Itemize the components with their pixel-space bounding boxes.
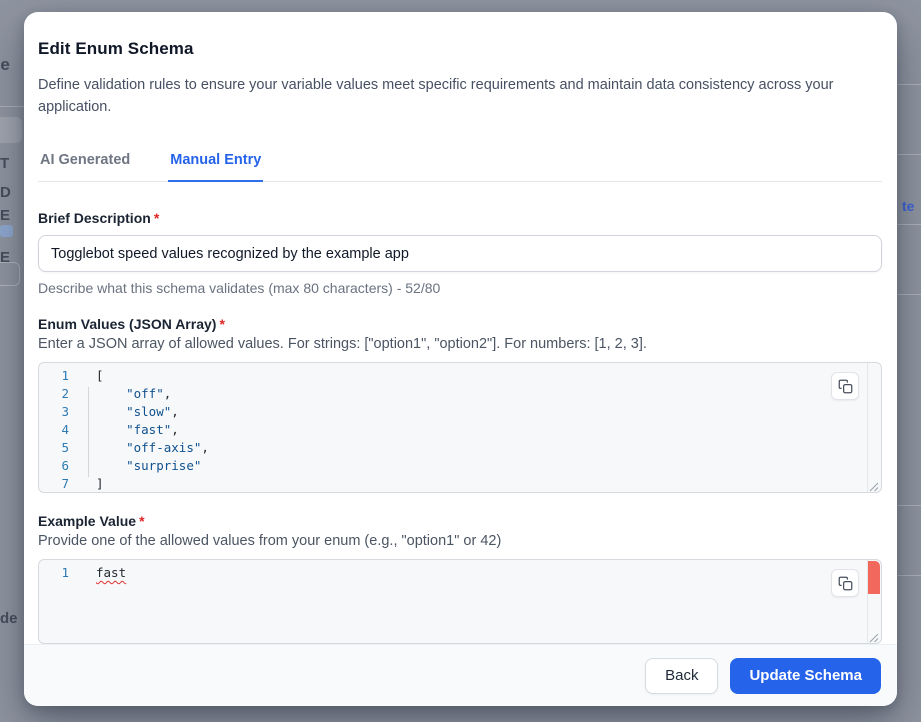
tab-bar: AI Generated Manual Entry	[38, 152, 882, 182]
line-number: 2	[39, 385, 69, 403]
line-number: 1	[39, 367, 69, 385]
resize-handle[interactable]	[869, 480, 879, 490]
brief-description-helper: Describe what this schema validates (max…	[38, 280, 882, 296]
code-line: 5 "off-axis",	[39, 439, 881, 457]
required-asterisk: *	[139, 513, 144, 529]
enum-values-label: Enum Values (JSON Array)*	[38, 316, 882, 332]
brief-description-label: Brief Description*	[38, 210, 882, 226]
enum-values-code-editor[interactable]: 1[ 2 "off", 3 "slow", 4 "fast", 5 "off-a…	[38, 362, 882, 493]
backdrop-divider	[897, 154, 921, 155]
backdrop-text-fragment: ue	[0, 55, 10, 75]
backdrop-divider	[897, 224, 921, 225]
line-number: 7	[39, 475, 69, 493]
line-number: 4	[39, 421, 69, 439]
backdrop-divider	[897, 294, 921, 295]
resize-handle[interactable]	[869, 631, 879, 641]
edit-enum-schema-dialog: Edit Enum Schema Define validation rules…	[24, 12, 897, 706]
example-value-code-editor[interactable]: 1 fast	[38, 559, 882, 644]
dialog-description: Define validation rules to ensure your v…	[38, 75, 882, 118]
backdrop-ghost-field	[0, 117, 22, 143]
tab-ai-generated[interactable]: AI Generated	[38, 152, 132, 181]
example-value-label: Example Value*	[38, 513, 882, 529]
dialog-footer: Back Update Schema	[24, 644, 897, 706]
code-line: 2 "off",	[39, 385, 881, 403]
indent-guide	[88, 387, 89, 477]
update-schema-button[interactable]: Update Schema	[730, 658, 881, 694]
tab-manual-entry[interactable]: Manual Entry	[168, 152, 263, 182]
backdrop-text-fragment: T	[0, 155, 9, 172]
dialog-title: Edit Enum Schema	[38, 39, 882, 59]
backdrop-divider	[0, 106, 24, 107]
code-line: 4 "fast",	[39, 421, 881, 439]
copy-button[interactable]	[831, 569, 859, 597]
code-line: 3 "slow",	[39, 403, 881, 421]
back-button[interactable]: Back	[645, 658, 718, 694]
line-number: 6	[39, 457, 69, 475]
backdrop-text-fragment: D	[0, 184, 11, 201]
error-marker	[868, 561, 880, 594]
code-line: 1 fast	[39, 564, 881, 582]
code-line: 7]	[39, 475, 881, 493]
misspelled-token: fast	[96, 565, 126, 580]
backdrop-text-fragment: E	[0, 207, 10, 224]
backdrop-link-fragment: te	[902, 198, 914, 214]
backdrop-divider	[897, 84, 921, 85]
line-number: 1	[39, 564, 69, 582]
copy-icon	[838, 379, 853, 394]
copy-icon	[838, 576, 853, 591]
code-line: 1[	[39, 367, 881, 385]
code-line: 6 "surprise"	[39, 457, 881, 475]
copy-button[interactable]	[831, 372, 859, 400]
editor-scroll-track	[867, 363, 868, 492]
backdrop-ghost-field	[0, 262, 20, 286]
required-asterisk: *	[219, 316, 224, 332]
required-asterisk: *	[154, 210, 159, 226]
brief-description-input[interactable]	[38, 235, 882, 272]
backdrop-text-fragment: de	[0, 610, 18, 627]
example-value-helper: Provide one of the allowed values from y…	[38, 533, 882, 549]
backdrop-divider	[897, 575, 921, 576]
backdrop-badge-fragment	[0, 225, 13, 237]
backdrop-divider	[897, 505, 921, 506]
line-number: 3	[39, 403, 69, 421]
enum-values-helper: Enter a JSON array of allowed values. Fo…	[38, 336, 882, 352]
line-number: 5	[39, 439, 69, 457]
